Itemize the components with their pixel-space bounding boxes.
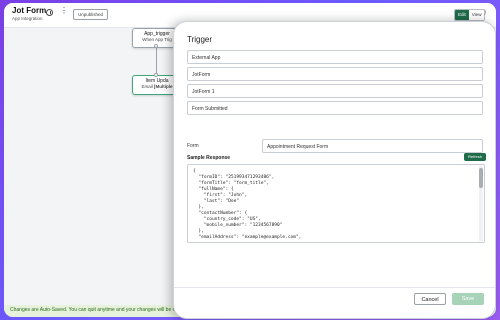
app-select[interactable]: JotForm [187,67,483,81]
code-line: "emailAddress": "example@example.com", [193,235,302,240]
view-toggle-button[interactable]: View [468,10,485,20]
code-line: { [193,169,196,174]
footer-divider [174,287,495,288]
code-line: }, [193,205,204,210]
connector-handle[interactable] [154,73,158,77]
history-clock-icon[interactable] [46,9,53,16]
refresh-button[interactable]: Refresh [464,153,487,161]
panel-title: Trigger [187,35,213,44]
code-line: "country_code": "US", [193,217,261,222]
code-scrollbar-thumb[interactable] [479,168,483,188]
trigger-panel: Trigger External App JotForm JotForm 1 F… [173,21,496,319]
connection-select[interactable]: JotForm 1 [187,84,483,98]
edit-toggle-button[interactable]: Edit [455,10,469,20]
save-button[interactable]: Save [452,293,484,305]
code-line: "formID": "251993471293486", [193,175,275,180]
app-type-select[interactable]: External App [187,50,483,64]
code-line: "formTitle": "form_title", [193,181,269,186]
app-subtitle: App Integration [12,16,43,21]
node-connector [156,46,157,75]
connector-handle[interactable] [154,44,158,48]
cancel-button[interactable]: Cancel [414,293,446,305]
edit-view-toggle[interactable]: Edit View [454,9,486,21]
status-badge: Unpublished [73,9,109,20]
trigger-event-select[interactable]: Form Submitted [187,101,483,115]
node-subtitle-prefix: Email [141,84,154,89]
app-title: Jot Form [12,6,47,15]
code-line: "last": "Doe" [193,199,240,204]
node-subtitle-bold: [Multiple [154,84,173,89]
code-line: }, [193,229,204,234]
code-line: "fullName": { [193,187,234,192]
expand-chevron-icon[interactable]: ⟩ [484,9,486,16]
sample-response-code[interactable]: { "formID": "251993471293486", "formTitl… [187,164,485,243]
code-line: "contactNumber": { [193,211,248,216]
code-line: "mobile_number": "1234567890" [193,223,283,228]
form-select[interactable]: Appointment Request Form [262,139,483,153]
code-line: "first": "John", [193,193,248,198]
form-label: Form [187,143,199,149]
more-options-icon[interactable]: ⋮ [60,7,68,15]
autosave-message: Changes are Auto-Saved. You can quit any… [10,307,193,313]
sample-response-label: Sample Response [187,155,231,161]
